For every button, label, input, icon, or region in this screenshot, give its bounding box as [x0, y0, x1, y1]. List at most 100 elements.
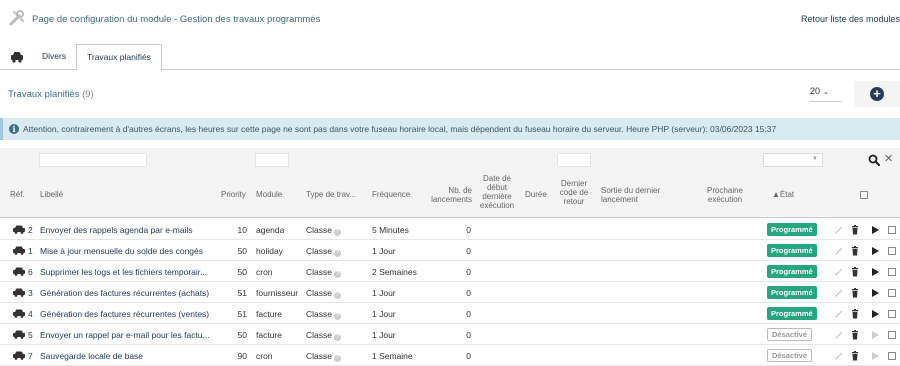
row-ref-link[interactable]: 5 — [12, 330, 33, 340]
filter-module-input[interactable] — [255, 153, 289, 167]
filter-return-code-input[interactable] — [557, 153, 591, 167]
plus-circle-icon: + — [870, 87, 884, 101]
row-label-link[interactable]: Sauvegarde locale de base — [40, 351, 210, 361]
row-ref: 6 — [28, 267, 33, 277]
row-ref: 2 — [28, 225, 33, 235]
row-module: holiday — [256, 246, 283, 256]
play-icon[interactable] — [870, 309, 880, 319]
clear-icon[interactable]: ✕ — [884, 152, 893, 165]
edit-icon[interactable] — [834, 309, 844, 319]
row-ref-link[interactable]: 3 — [12, 288, 33, 298]
row-frequency: 1 Jour — [372, 330, 396, 340]
info-text: Attention, contrairement à d'autres écra… — [23, 124, 777, 134]
row-type-text: Classe — [306, 246, 332, 256]
limit-select[interactable]: 20 ⌄ — [810, 86, 842, 102]
edit-icon[interactable] — [834, 246, 844, 256]
col-next-execution[interactable]: Prochaine exécution — [700, 186, 750, 204]
row-nb-launches: 0 — [466, 246, 471, 256]
help-icon[interactable]: ? — [333, 355, 341, 362]
trash-icon[interactable] — [850, 351, 860, 361]
col-module[interactable]: Module — [256, 190, 282, 199]
trash-icon[interactable] — [850, 288, 860, 298]
search-icon[interactable] — [868, 154, 880, 166]
tab-travaux-planifies[interactable]: Travaux planifiés — [76, 44, 162, 71]
row-ref-link[interactable]: 7 — [12, 351, 33, 361]
row-nb-launches: 0 — [466, 351, 471, 361]
col-priority[interactable]: Priority — [221, 190, 246, 199]
edit-icon[interactable] — [834, 330, 844, 340]
row-label-link[interactable]: Supprimer les logs et les fichiers tempo… — [40, 267, 210, 277]
help-icon[interactable]: ? — [333, 292, 341, 299]
row-ref-link[interactable]: 1 — [12, 246, 33, 256]
help-icon[interactable]: ? — [333, 334, 341, 341]
col-ref[interactable]: Réf. — [10, 190, 25, 199]
col-nb-launches[interactable]: Nb. de lancements — [424, 186, 472, 204]
filter-state-select[interactable]: ▼ — [763, 153, 823, 167]
play-icon[interactable] — [870, 288, 880, 298]
play-icon[interactable] — [870, 267, 880, 277]
col-last-output[interactable]: Sortie du dernier lancement — [601, 186, 660, 204]
row-checkbox[interactable] — [888, 247, 896, 255]
row-frequency: 5 Minutes — [372, 225, 409, 235]
trash-icon[interactable] — [850, 246, 860, 256]
filter-row: ▼ ✕ — [0, 148, 900, 172]
select-all-checkbox[interactable] — [860, 191, 868, 199]
row-label-link[interactable]: Génération des factures récurrentes (ach… — [40, 288, 210, 298]
car-icon[interactable] — [10, 51, 24, 63]
help-icon[interactable]: ? — [333, 229, 341, 236]
col-last-return-code[interactable]: Dernier code de retour — [555, 179, 593, 206]
row-label-link[interactable]: Envoyer un rappel par e-mail pour les fa… — [40, 330, 210, 340]
trash-icon[interactable] — [850, 330, 860, 340]
row-ref: 7 — [28, 351, 33, 361]
help-icon[interactable]: ? — [333, 250, 341, 257]
col-last-start[interactable]: Date de début dernière exécution — [474, 174, 520, 210]
help-icon[interactable]: ? — [333, 271, 341, 278]
col-frequency[interactable]: Fréquence — [372, 190, 410, 199]
row-type: Classe? — [306, 288, 341, 299]
row-type-text: Classe — [306, 288, 332, 298]
col-type[interactable]: Type de trav... — [306, 190, 356, 199]
help-icon[interactable]: ? — [333, 313, 341, 320]
tab-divers[interactable]: Divers — [32, 44, 76, 70]
row-ref: 4 — [28, 309, 33, 319]
row-label-link[interactable]: Mise à jour mensuelle du solde des congé… — [40, 246, 210, 256]
trash-icon[interactable] — [850, 225, 860, 235]
edit-icon[interactable] — [834, 267, 844, 277]
play-icon[interactable] — [870, 330, 880, 340]
col-duration[interactable]: Durée — [525, 190, 547, 199]
row-ref-link[interactable]: 6 — [12, 267, 33, 277]
section-title-text: Travaux planifiés — [8, 89, 80, 100]
filter-label-input[interactable] — [39, 153, 147, 167]
play-icon[interactable] — [870, 225, 880, 235]
info-box: i Attention, contrairement à d'autres éc… — [0, 118, 900, 140]
row-checkbox[interactable] — [888, 310, 896, 318]
car-icon — [13, 309, 25, 318]
row-label-link[interactable]: Envoyer des rappels agenda par e-mails — [40, 225, 210, 235]
row-checkbox[interactable] — [888, 226, 896, 234]
back-to-modules-link[interactable]: Retour liste des modules — [801, 14, 900, 24]
col-code-line1: Dernier — [560, 179, 588, 188]
play-icon[interactable] — [870, 246, 880, 256]
row-type-text: Classe — [306, 267, 332, 277]
row-checkbox[interactable] — [888, 352, 896, 360]
add-job-button[interactable]: + — [854, 81, 900, 107]
row-checkbox[interactable] — [888, 268, 896, 276]
col-state[interactable]: ▲État — [772, 190, 794, 199]
edit-icon[interactable] — [834, 351, 844, 361]
row-checkbox[interactable] — [888, 289, 896, 297]
trash-icon[interactable] — [850, 309, 860, 319]
row-module: agenda — [256, 225, 285, 235]
row-ref-link[interactable]: 2 — [12, 225, 33, 235]
col-label[interactable]: Libellé — [40, 190, 63, 199]
row-checkbox[interactable] — [888, 331, 896, 339]
row-nb-launches: 0 — [466, 267, 471, 277]
col-start-line2: début — [486, 183, 508, 192]
row-label-link[interactable]: Génération des factures récurrentes (ven… — [40, 309, 210, 319]
play-icon[interactable] — [870, 351, 880, 361]
edit-icon[interactable] — [834, 288, 844, 298]
edit-icon[interactable] — [834, 225, 844, 235]
trash-icon[interactable] — [850, 267, 860, 277]
page-title: Page de configuration du module - Gestio… — [32, 14, 321, 25]
row-ref-link[interactable]: 4 — [12, 309, 33, 319]
row-type: Classe? — [306, 351, 341, 362]
